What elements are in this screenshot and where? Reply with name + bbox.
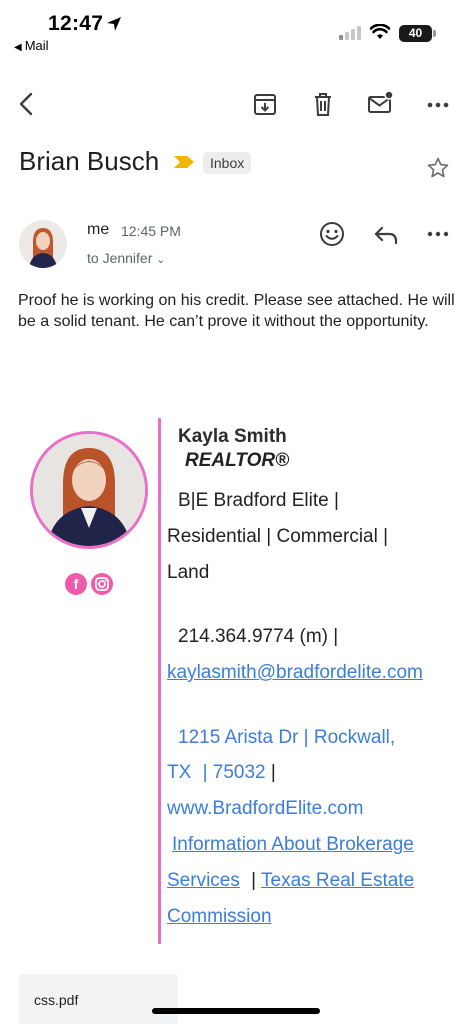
signature-address-line2: TX | 75032 | [167, 762, 276, 784]
message-more-icon[interactable] [427, 229, 449, 239]
mark-unread-icon[interactable] [366, 90, 394, 118]
battery-indicator: 40 [399, 25, 432, 42]
sender-avatar[interactable] [19, 220, 67, 268]
back-arrow-icon[interactable] [12, 90, 40, 118]
location-arrow-icon [107, 17, 121, 31]
more-icon[interactable] [424, 90, 452, 118]
battery-tip [433, 30, 436, 37]
signature-company-line1: B|E Bradford Elite | [178, 490, 339, 511]
star-icon[interactable] [426, 156, 450, 180]
wifi-icon [370, 24, 390, 39]
address-separator: | [270, 762, 276, 783]
address-state[interactable]: TX [167, 762, 191, 783]
address-zip[interactable]: | 75032 [203, 762, 266, 783]
realtor-portrait [33, 434, 145, 546]
signature-company-line3: Land [167, 562, 210, 583]
important-marker-icon[interactable] [173, 155, 195, 169]
back-triangle-icon: ◀ [14, 42, 22, 53]
archive-icon[interactable] [251, 90, 279, 118]
home-indicator[interactable] [152, 1008, 320, 1014]
signature-photo [30, 431, 148, 549]
recipients-text: to Jennifer [87, 250, 153, 266]
status-time: 12:47 [48, 12, 104, 35]
trec-link-cont[interactable]: Commission [167, 906, 272, 928]
email-body: Proof he is working on his credit. Pleas… [18, 292, 455, 330]
instagram-icon[interactable] [91, 573, 113, 595]
signature-divider [158, 418, 161, 944]
email-timestamp: 12:45 PM [121, 223, 181, 239]
signature-website-link[interactable]: www.BradfordElite.com [167, 798, 363, 820]
signature-links-line: Services | Texas Real Estate [167, 870, 414, 892]
back-app-label: Mail [24, 38, 49, 53]
inbox-label-chip[interactable]: Inbox [203, 152, 252, 174]
sender-name[interactable]: me [87, 221, 109, 239]
brokerage-info-link[interactable]: Information About Brokerage [172, 834, 414, 856]
signature-name: Kayla Smith [178, 426, 287, 447]
signature-email-link[interactable]: kaylasmith@bradfordelite.com [167, 662, 423, 684]
link-separator: | [251, 870, 257, 891]
trash-icon[interactable] [309, 90, 337, 118]
signature-phone[interactable]: 214.364.9774 (m) | [178, 626, 338, 648]
chevron-down-icon: ⌄ [156, 254, 166, 266]
recipients-toggle[interactable]: to Jennifer ⌄ [87, 250, 165, 266]
signature-title: REALTOR® [185, 450, 290, 471]
email-subject: Brian Busch [19, 146, 160, 176]
attachment-filename[interactable]: css.pdf [34, 992, 78, 1008]
instagram-glyph [95, 577, 109, 591]
emoji-reaction-icon[interactable] [319, 221, 345, 247]
cellular-signal-icon [339, 26, 361, 40]
trec-link[interactable]: Texas Real Estate [261, 870, 414, 891]
back-to-app-link[interactable]: ◀ Mail [14, 38, 49, 53]
sender-photo [19, 220, 67, 268]
brokerage-info-link-cont[interactable]: Services [167, 870, 240, 891]
reply-icon[interactable] [373, 224, 399, 246]
signature-address-line1[interactable]: 1215 Arista Dr | Rockwall, [178, 727, 395, 749]
signature-company-line2: Residential | Commercial | [167, 526, 389, 547]
facebook-icon[interactable]: f [65, 573, 87, 595]
